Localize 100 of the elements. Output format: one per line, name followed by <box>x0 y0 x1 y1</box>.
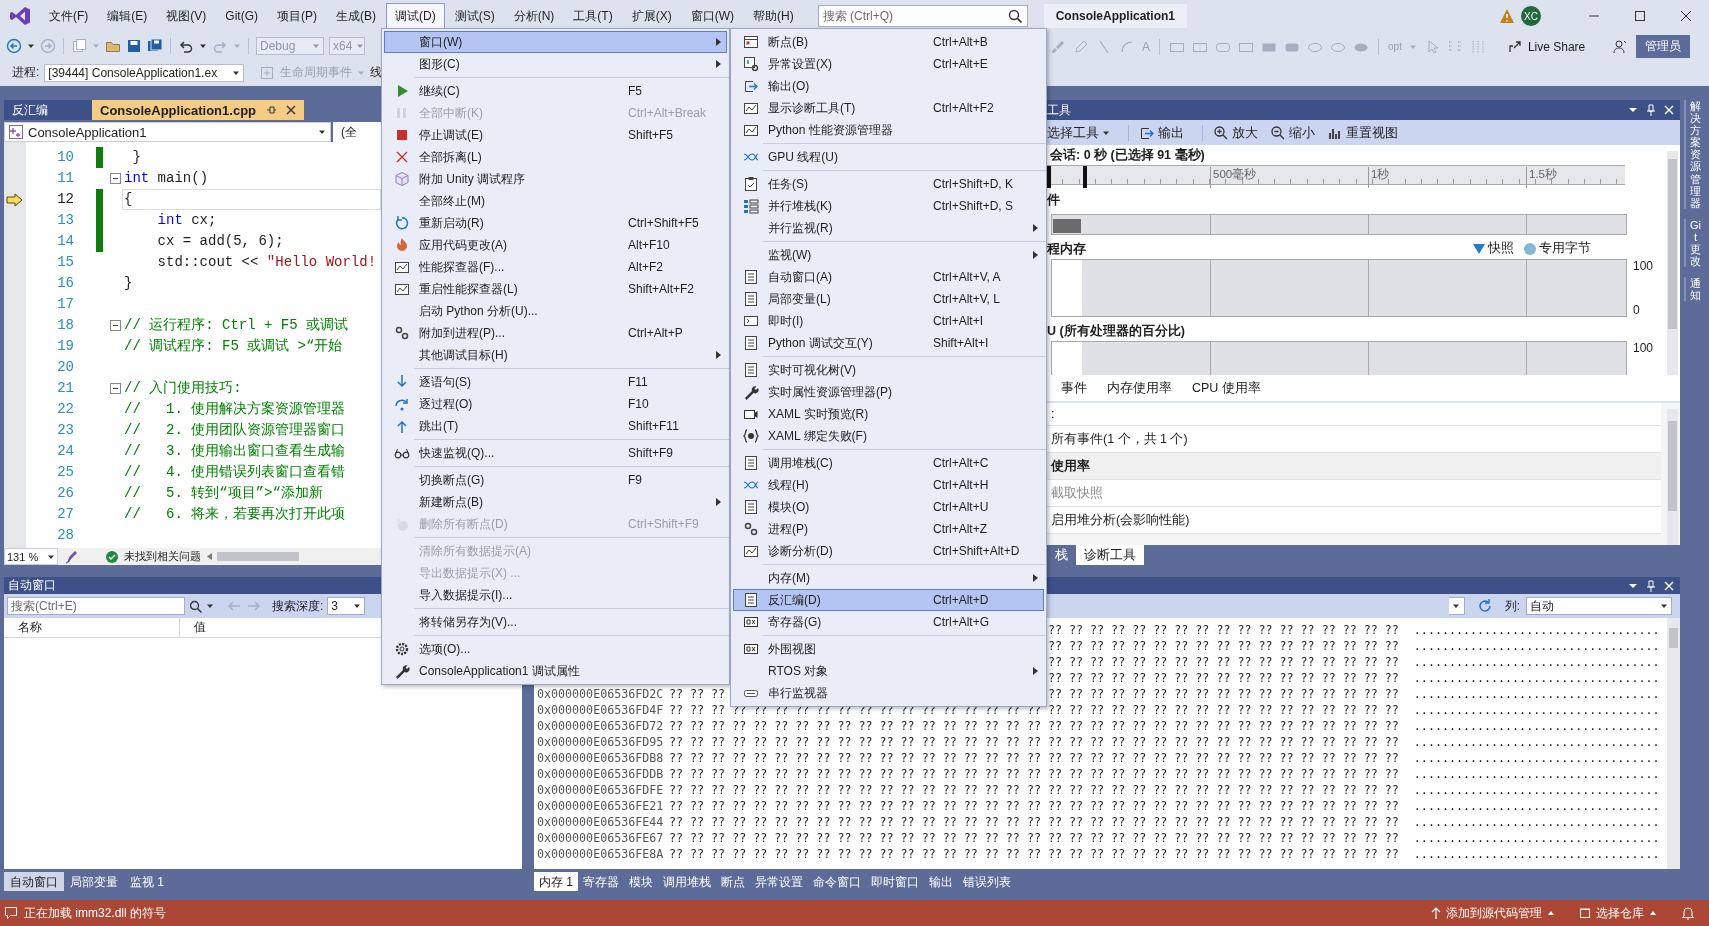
menu-item[interactable]: GPU 线程(U) <box>733 146 1044 168</box>
menu-item[interactable]: Git(G) <box>216 4 267 28</box>
zoom-dropdown[interactable]: 131 % <box>4 548 58 565</box>
editor-tab[interactable]: 反汇编 <box>4 100 92 120</box>
tab[interactable]: 寄存器 <box>578 872 624 891</box>
menu-item[interactable]: 切换断点(G) F9 <box>384 469 727 491</box>
menu-item[interactable]: 寄存器(G) Ctrl+Alt+G <box>733 611 1044 633</box>
menu-item[interactable]: 调试(D) <box>386 2 445 30</box>
tab[interactable]: 模块 <box>624 872 658 891</box>
dropdown-icon[interactable] <box>1628 105 1638 115</box>
menu-item[interactable]: 图形(C) <box>384 53 727 75</box>
menu-item[interactable]: 输出(O) <box>733 75 1044 97</box>
save-all-icon[interactable] <box>147 37 163 54</box>
address-dropdown[interactable] <box>1448 597 1465 615</box>
search-icon[interactable] <box>189 599 202 613</box>
tab[interactable]: 局部变量 <box>64 872 124 891</box>
menu-item[interactable]: 任务(S) Ctrl+Shift+D, K <box>733 173 1044 195</box>
close-icon[interactable] <box>286 105 296 115</box>
menu-item[interactable]: 跳出(T) Shift+F11 <box>384 415 727 437</box>
scope-dropdown[interactable]: (全 <box>333 122 381 142</box>
menu-item[interactable]: 显示诊断工具(T) Ctrl+Alt+F2 <box>733 97 1044 119</box>
new-item-icon[interactable] <box>71 37 87 54</box>
menu-item[interactable]: 分析(N) <box>504 2 564 30</box>
pen-icon[interactable] <box>1073 38 1089 55</box>
menu-item[interactable]: 重启性能探查器(L) Shift+Alt+F2 <box>384 278 727 300</box>
menu-item[interactable]: 文件(F) <box>40 2 98 30</box>
search-field[interactable]: 搜索 (Ctrl+Q) <box>817 5 1028 27</box>
menu-item[interactable]: 逐语句(S) F11 <box>384 371 727 393</box>
brush-icon[interactable] <box>64 549 78 564</box>
menu-item[interactable]: 新建断点(B) <box>384 491 727 513</box>
menu-item[interactable]: 停止调试(E) Shift+F5 <box>384 124 727 146</box>
menu-item[interactable]: 并行堆栈(K) Ctrl+Shift+D, S <box>733 195 1044 217</box>
menu-item[interactable]: 启动 Python 分析(U)... <box>384 300 727 322</box>
collapse-icon[interactable] <box>110 320 121 331</box>
process-dropdown[interactable]: [39444] ConsoleApplication1.ex <box>44 63 245 82</box>
search-field[interactable]: 搜索(Ctrl+E) <box>7 597 185 615</box>
tab[interactable]: 断点 <box>716 872 750 891</box>
menu-item[interactable]: 编辑(E) <box>98 2 157 30</box>
menu-item[interactable]: 实时属性资源管理器(P) <box>733 381 1044 403</box>
side-tab[interactable]: Git 更改 <box>1684 218 1705 268</box>
menu-item[interactable]: 自动窗口(A) Ctrl+Alt+V, A <box>733 266 1044 288</box>
live-share-button[interactable]: Live Share <box>1506 38 1586 55</box>
menu-item[interactable]: 其他调试目标(H) <box>384 344 727 366</box>
menu-item[interactable]: 选项(O)... <box>384 638 727 660</box>
menu-item[interactable]: ConsoleApplication1 调试属性 <box>384 660 727 682</box>
lifecycle-icon[interactable] <box>259 64 276 81</box>
depth-dropdown[interactable]: 3 <box>327 597 366 615</box>
menu-item[interactable]: 反汇编(D) Ctrl+Alt+D <box>733 589 1044 611</box>
tab[interactable]: 调用堆栈 <box>658 872 716 891</box>
tab[interactable]: 自动窗口 <box>4 872 64 891</box>
tab[interactable]: 命令窗口 <box>808 872 866 891</box>
curve-icon[interactable] <box>1119 38 1135 55</box>
menu-item[interactable]: 进程(P) Ctrl+Alt+Z <box>733 518 1044 540</box>
menu-item[interactable]: Python 调试交互(Y) Shift+Alt+I <box>733 332 1044 354</box>
refresh-icon[interactable] <box>1476 598 1493 614</box>
menu-item[interactable]: 工具(T) <box>564 2 622 30</box>
menu-item[interactable]: 逐过程(O) F10 <box>384 393 727 415</box>
menu-item[interactable]: XAML 绑定失败(F) <box>733 425 1044 447</box>
admin-button[interactable]: 管理员 <box>1636 35 1690 58</box>
toolbar-button[interactable]: 输出 <box>1139 123 1184 142</box>
person-icon[interactable] <box>1612 38 1629 55</box>
forward-icon[interactable] <box>40 37 56 54</box>
menu-item[interactable]: 生成(B) <box>327 2 385 30</box>
source-control-button[interactable]: 添加到源代码管理 <box>1431 904 1555 922</box>
menu-item[interactable]: 局部变量(L) Ctrl+Alt+V, L <box>733 288 1044 310</box>
toolbar-button[interactable]: 缩小 <box>1270 123 1315 142</box>
menu-item[interactable]: 异常设置(X) Ctrl+Alt+E <box>733 53 1044 75</box>
tab[interactable]: 即时窗口 <box>866 872 924 891</box>
message-icon[interactable] <box>4 906 18 920</box>
select-tool-dropdown[interactable]: 选择工具 <box>1047 123 1110 142</box>
menu-item[interactable]: 将转储另存为(V)... <box>384 611 727 633</box>
menu-item[interactable]: 窗口(W) <box>384 31 727 53</box>
menu-item[interactable]: 外围视图 <box>733 638 1044 660</box>
toolbar-button[interactable]: 放大 <box>1213 123 1258 142</box>
menu-item[interactable]: 附加 Unity 调试程序 <box>384 168 727 190</box>
menu-item[interactable]: 监视(W) <box>733 244 1044 266</box>
bell-icon[interactable] <box>1681 906 1695 920</box>
close-icon[interactable] <box>1680 10 1692 22</box>
editor-tab[interactable]: ConsoleApplication1.cpp <box>92 100 304 120</box>
tab[interactable]: 栈 <box>1047 545 1076 565</box>
columns-dropdown[interactable]: 自动 <box>1526 597 1672 615</box>
menu-item[interactable]: 断点(B) Ctrl+Alt+B <box>733 31 1044 53</box>
menu-item[interactable]: 线程(H) Ctrl+Alt+H <box>733 474 1044 496</box>
tab[interactable]: 输出 <box>924 872 958 891</box>
tab[interactable]: 内存使用率 <box>1107 379 1172 397</box>
menu-item[interactable]: 全部拆离(L) <box>384 146 727 168</box>
menu-item[interactable]: 调用堆栈(C) Ctrl+Alt+C <box>733 452 1044 474</box>
tab[interactable]: CPU 使用率 <box>1192 379 1261 397</box>
tab[interactable]: 内存 1 <box>534 872 578 891</box>
tab[interactable]: 监视 1 <box>124 872 170 891</box>
menu-item[interactable]: 并行监视(R) <box>733 217 1044 239</box>
menu-item[interactable]: 内存(M) <box>733 567 1044 589</box>
menu-item[interactable]: 扩展(X) <box>622 2 681 30</box>
menu-item[interactable]: 模块(O) Ctrl+Alt+U <box>733 496 1044 518</box>
back-icon[interactable] <box>6 37 22 54</box>
menu-item[interactable]: 应用代码更改(A) Alt+F10 <box>384 234 727 256</box>
menu-item[interactable]: 性能探查器(F)... Alt+F2 <box>384 256 727 278</box>
menu-item[interactable]: 项目(P) <box>268 2 326 30</box>
menu-item[interactable]: 继续(C) F5 <box>384 80 727 102</box>
pin-icon[interactable] <box>266 105 276 115</box>
